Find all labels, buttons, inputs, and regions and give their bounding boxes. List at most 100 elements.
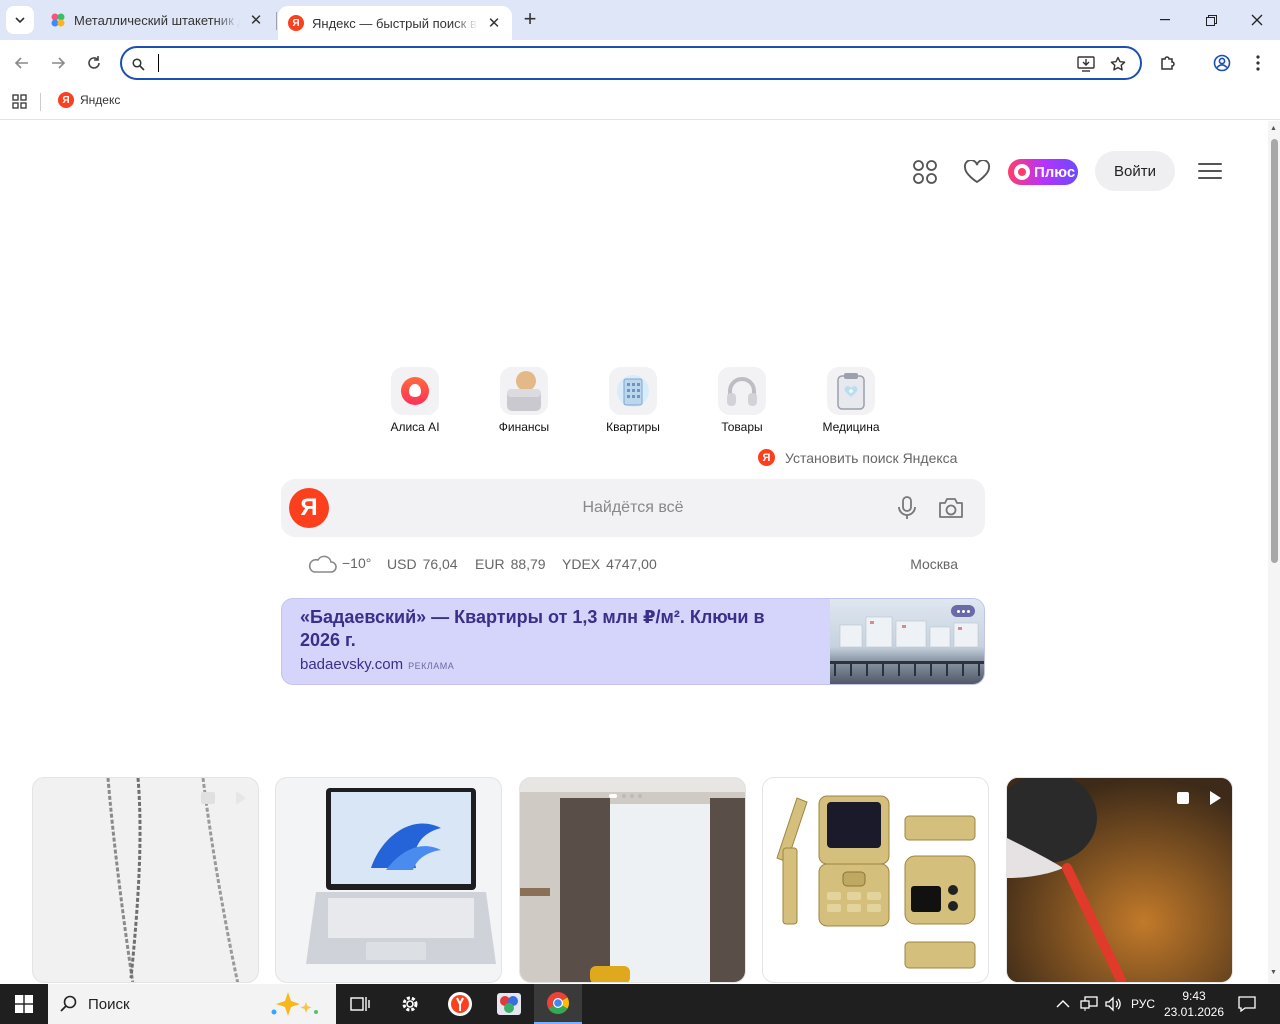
input-language[interactable]: РУС (1131, 984, 1155, 1024)
install-search-link[interactable]: Я Установить поиск Яндекса (758, 449, 957, 466)
kebab-menu-icon (1256, 55, 1260, 71)
show-hidden-icons-button[interactable] (1056, 984, 1070, 1024)
address-bar[interactable] (120, 46, 1142, 80)
minimize-button[interactable] (1142, 0, 1188, 40)
restore-button[interactable] (1188, 0, 1234, 40)
chevron-down-icon (15, 17, 25, 23)
clock-date: 23.01.2026 (1163, 1005, 1225, 1019)
settings-app[interactable] (386, 984, 434, 1024)
install-app-icon[interactable] (1076, 54, 1096, 74)
system-clock[interactable]: 9:43 23.01.2026 (1160, 988, 1228, 1020)
ad-title[interactable]: «Бадаевский» — Квартиры от 1,3 млн ₽/м².… (300, 606, 780, 652)
close-icon (1251, 14, 1263, 26)
bookmark-label: Яндекс (80, 93, 121, 107)
chrome-app[interactable] (534, 984, 582, 1024)
yandex-browser-app[interactable] (436, 984, 484, 1024)
browser-menu-button[interactable] (1246, 51, 1270, 75)
headphones-icon (718, 367, 766, 415)
apps-button[interactable] (12, 94, 27, 114)
camera-search-icon[interactable] (937, 495, 965, 526)
arrow-right-icon (52, 57, 66, 69)
forward-button[interactable] (46, 51, 70, 75)
plus-button[interactable]: Плюс (1008, 159, 1078, 185)
usd-rate[interactable]: USD 76,04 (387, 556, 458, 572)
usd-value: 76,04 (422, 556, 458, 572)
scroll-thumb[interactable] (1271, 139, 1278, 563)
feed-card-laptop[interactable] (275, 777, 502, 983)
microphone-icon[interactable] (895, 495, 919, 526)
address-input[interactable] (156, 52, 1056, 74)
bookmark-star-icon[interactable] (1108, 54, 1128, 74)
tab-yandex[interactable]: Я Яндекс — быстрый поиск в ин ✕ (278, 6, 512, 40)
feed-card-chain[interactable] (32, 777, 259, 983)
tab-close-icon[interactable]: ✕ (486, 14, 502, 32)
scroll-up-icon[interactable]: ▲ (1270, 125, 1277, 132)
service-apartments[interactable]: Квартиры (583, 367, 683, 434)
arrow-left-icon (14, 57, 28, 69)
network-icon[interactable] (1080, 984, 1098, 1024)
page-scrollbar[interactable]: ▲ ▼ (1268, 121, 1280, 983)
favorites-button[interactable] (962, 157, 992, 187)
building-icon (609, 367, 657, 415)
taskbar-search[interactable]: Поиск (48, 984, 336, 1024)
task-view-button[interactable] (336, 984, 384, 1024)
service-alisa[interactable]: Алиса AI (365, 367, 465, 434)
heart-icon (963, 160, 991, 184)
tab-close-icon[interactable]: ✕ (248, 11, 264, 29)
tab-shtaketnik[interactable]: Металлический штакетник для ✕ (40, 0, 274, 40)
tab-strip: Металлический штакетник для ✕ Я Яндекс —… (0, 0, 1280, 40)
services-grid-button[interactable] (910, 157, 940, 187)
ad-banner[interactable]: «Бадаевский» — Квартиры от 1,3 млн ₽/м².… (281, 598, 985, 685)
service-medicine[interactable]: Медицина (801, 367, 901, 434)
yandex-browser-icon (448, 992, 472, 1016)
ad-domain[interactable]: badaevsky.com (300, 656, 403, 673)
info-bar: −10° USD 76,04 EUR 88,79 YDEX 4747,00 Москв… (306, 551, 958, 575)
feed-card-video[interactable] (1006, 777, 1233, 983)
city-link[interactable]: Москва (910, 556, 958, 572)
tab-search-button[interactable] (6, 6, 34, 34)
feed-card-phone[interactable] (762, 777, 989, 983)
service-label: Медицина (822, 420, 880, 434)
back-button[interactable] (10, 51, 34, 75)
search-input[interactable] (341, 493, 925, 523)
feed-card-room[interactable] (519, 777, 746, 983)
eur-rate[interactable]: EUR 88,79 (475, 556, 546, 572)
extensions-button[interactable] (1156, 51, 1180, 75)
task-view-icon (350, 997, 370, 1011)
text-caret (158, 54, 159, 72)
cloud-icon (308, 555, 337, 573)
notifications-button[interactable] (1238, 984, 1256, 1024)
ad-label: РЕКЛАМА (408, 661, 455, 671)
close-window-button[interactable] (1234, 0, 1280, 40)
service-finance[interactable]: Финансы (474, 367, 574, 434)
bookmarks-bar: Я Яндекс (0, 86, 1280, 120)
ad-more-button[interactable] (951, 605, 975, 617)
multicolor-favicon-icon (51, 13, 65, 27)
chevron-up-icon (1056, 1000, 1070, 1008)
reload-button[interactable] (82, 51, 106, 75)
ydex-rate[interactable]: YDEX 4747,00 (562, 556, 657, 572)
puzzle-icon (1161, 56, 1175, 70)
dot (961, 609, 965, 613)
install-label: Установить поиск Яндекса (785, 449, 958, 466)
apps-grid-icon (12, 94, 27, 109)
sparkle-icon (271, 992, 318, 1016)
start-button[interactable] (0, 984, 48, 1024)
ydex-label: YDEX (562, 556, 601, 572)
ad-domain-row: badaevsky.com РЕКЛАМА (300, 656, 454, 673)
profile-button[interactable] (1210, 51, 1234, 75)
service-goods[interactable]: Товары (692, 367, 792, 434)
hamburger-icon (1198, 163, 1222, 165)
scroll-down-icon[interactable]: ▼ (1270, 969, 1277, 976)
login-button[interactable]: Войти (1095, 151, 1175, 191)
search-icon (60, 995, 77, 1012)
volume-icon[interactable] (1104, 984, 1122, 1024)
search-icon (128, 54, 148, 74)
new-tab-button[interactable]: + (518, 8, 542, 32)
bookmark-yandex[interactable]: Я Яндекс (58, 92, 120, 108)
yandex-favicon-icon: Я (58, 92, 74, 108)
menu-button[interactable] (1198, 161, 1224, 181)
photo-app[interactable] (485, 984, 533, 1024)
yandex-logo[interactable]: Я (289, 488, 329, 528)
weather-widget[interactable]: −10° (306, 551, 371, 575)
